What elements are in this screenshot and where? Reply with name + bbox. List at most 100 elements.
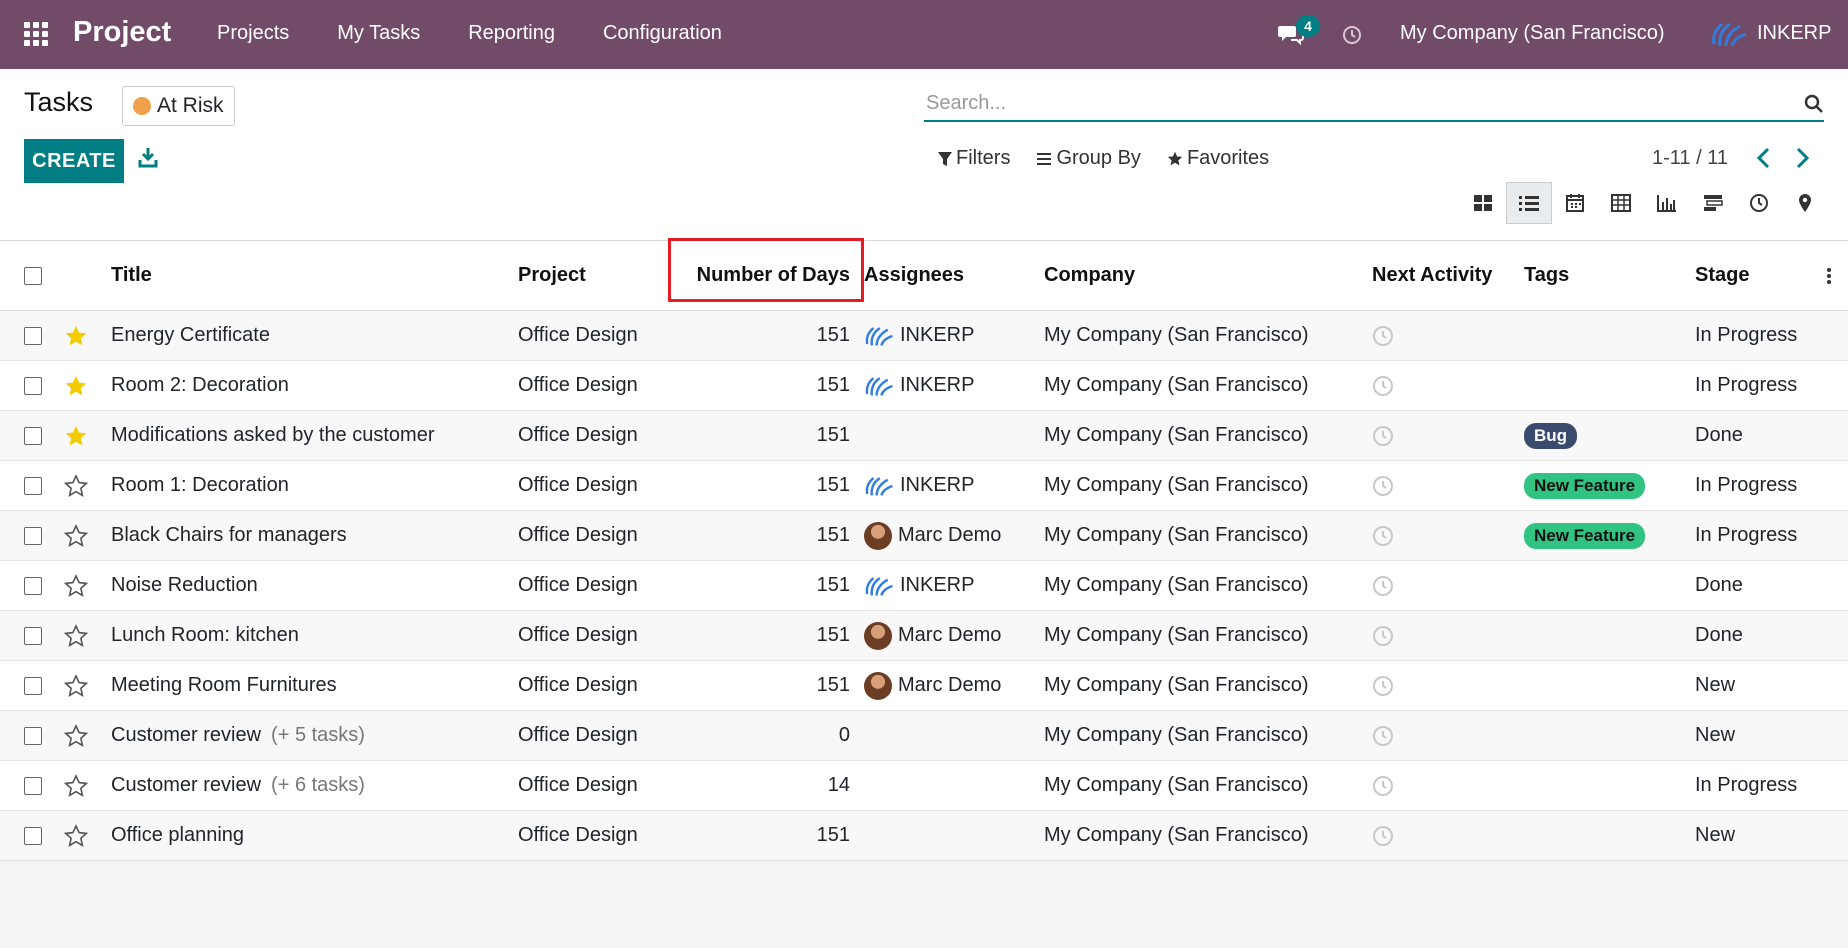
priority-star[interactable] — [64, 461, 88, 510]
task-company[interactable]: My Company (San Francisco) — [1044, 811, 1309, 860]
next-activity-cell[interactable] — [1372, 561, 1394, 610]
priority-star[interactable] — [64, 361, 88, 410]
inkerp-logo-icon[interactable] — [1710, 18, 1748, 50]
task-title-cell[interactable]: Energy Certificate — [111, 311, 270, 360]
row-checkbox[interactable] — [24, 776, 42, 795]
next-activity-cell[interactable] — [1372, 461, 1394, 510]
task-project[interactable]: Office Design — [518, 411, 638, 460]
table-row[interactable]: Lunch Room: kitchen Office Design 151 Marc … — [0, 611, 1848, 661]
row-checkbox[interactable] — [24, 726, 42, 745]
task-title-cell[interactable]: Modifications asked by the customer — [111, 411, 435, 460]
column-company[interactable]: Company — [1044, 241, 1135, 310]
priority-star[interactable] — [64, 811, 88, 860]
table-row[interactable]: Modifications asked by the customer Offic… — [0, 411, 1848, 461]
group-by-dropdown[interactable]: Group By — [1036, 147, 1141, 170]
task-project[interactable]: Office Design — [518, 511, 638, 560]
filters-dropdown[interactable]: Filters — [938, 147, 1010, 170]
activity-view-button[interactable] — [1736, 182, 1782, 224]
task-number-of-days[interactable]: 151 — [680, 511, 850, 560]
task-project[interactable]: Office Design — [518, 461, 638, 510]
next-activity-cell[interactable] — [1372, 511, 1394, 560]
task-number-of-days[interactable]: 151 — [680, 611, 850, 660]
column-next-activity[interactable]: Next Activity — [1372, 241, 1492, 310]
column-title[interactable]: Title — [111, 241, 152, 310]
priority-star[interactable] — [64, 511, 88, 560]
table-row[interactable]: Black Chairs for managers Office Design 15… — [0, 511, 1848, 561]
search-icon[interactable] — [1804, 94, 1824, 114]
task-company[interactable]: My Company (San Francisco) — [1044, 511, 1309, 560]
task-number-of-days[interactable]: 151 — [680, 561, 850, 610]
task-project[interactable]: Office Design — [518, 661, 638, 710]
apps-menu-icon[interactable] — [24, 22, 48, 46]
priority-star[interactable] — [64, 711, 88, 760]
graph-view-button[interactable] — [1644, 182, 1690, 224]
next-activity-cell[interactable] — [1372, 311, 1394, 360]
task-assignee[interactable]: INKERP — [864, 361, 974, 410]
chevron-left-icon[interactable] — [1752, 145, 1776, 171]
menu-configuration[interactable]: Configuration — [603, 22, 722, 45]
task-project[interactable]: Office Design — [518, 361, 638, 410]
task-project[interactable]: Office Design — [518, 311, 638, 360]
row-checkbox[interactable] — [24, 676, 42, 695]
search-facet-at-risk[interactable]: At Risk — [122, 86, 235, 126]
task-stage[interactable]: In Progress — [1695, 461, 1797, 510]
priority-star[interactable] — [64, 661, 88, 710]
task-tags[interactable]: New Feature — [1524, 511, 1646, 560]
next-activity-cell[interactable] — [1372, 811, 1394, 860]
activity-clock-icon[interactable] — [1342, 25, 1362, 45]
app-brand[interactable]: Project — [73, 16, 171, 49]
task-stage[interactable]: Done — [1695, 411, 1743, 460]
table-row[interactable]: Customer review (+ 6 tasks) Office Design 1… — [0, 761, 1848, 811]
row-checkbox[interactable] — [24, 376, 42, 395]
task-project[interactable]: Office Design — [518, 711, 638, 760]
user-name[interactable]: INKERP — [1757, 22, 1831, 45]
table-row[interactable]: Room 2: Decoration Office Design 151 INKERP… — [0, 361, 1848, 411]
task-stage[interactable]: New — [1695, 661, 1735, 710]
task-company[interactable]: My Company (San Francisco) — [1044, 461, 1309, 510]
menu-my-tasks[interactable]: My Tasks — [337, 22, 420, 45]
priority-star[interactable] — [64, 411, 88, 460]
pivot-view-button[interactable] — [1598, 182, 1644, 224]
next-activity-cell[interactable] — [1372, 611, 1394, 660]
next-activity-cell[interactable] — [1372, 711, 1394, 760]
task-stage[interactable]: In Progress — [1695, 311, 1797, 360]
favorites-dropdown[interactable]: Favorites — [1167, 147, 1269, 170]
row-checkbox[interactable] — [24, 826, 42, 845]
table-row[interactable]: Office planning Office Design 151 My Compan… — [0, 811, 1848, 861]
task-company[interactable]: My Company (San Francisco) — [1044, 761, 1309, 810]
task-assignee[interactable]: Marc Demo — [864, 511, 1001, 560]
task-assignee[interactable]: Marc Demo — [864, 611, 1001, 660]
task-title-cell[interactable]: Black Chairs for managers — [111, 511, 347, 560]
task-title-cell[interactable]: Meeting Room Furnitures — [111, 661, 337, 710]
table-row[interactable]: Noise Reduction Office Design 151 INKERP My … — [0, 561, 1848, 611]
row-checkbox[interactable] — [24, 426, 42, 445]
task-tags[interactable]: New Feature — [1524, 461, 1646, 510]
create-button[interactable]: CREATE — [24, 139, 124, 183]
task-assignee[interactable]: INKERP — [864, 461, 974, 510]
task-stage[interactable]: New — [1695, 711, 1735, 760]
row-checkbox[interactable] — [24, 626, 42, 645]
task-project[interactable]: Office Design — [518, 761, 638, 810]
task-company[interactable]: My Company (San Francisco) — [1044, 411, 1309, 460]
search-input[interactable] — [924, 86, 1784, 120]
task-title-cell[interactable]: Customer review (+ 6 tasks) — [111, 761, 365, 810]
next-activity-cell[interactable] — [1372, 361, 1394, 410]
task-stage[interactable]: Done — [1695, 611, 1743, 660]
task-company[interactable]: My Company (San Francisco) — [1044, 611, 1309, 660]
gantt-view-button[interactable] — [1690, 182, 1736, 224]
map-view-button[interactable] — [1782, 182, 1828, 224]
task-number-of-days[interactable]: 14 — [680, 761, 850, 810]
task-title-cell[interactable]: Lunch Room: kitchen — [111, 611, 299, 660]
list-view-button[interactable] — [1506, 182, 1552, 224]
pager-value[interactable]: 1-11 / 11 — [1652, 147, 1728, 170]
optional-columns-menu[interactable] — [1826, 241, 1832, 310]
task-number-of-days[interactable]: 0 — [680, 711, 850, 760]
task-number-of-days[interactable]: 151 — [680, 811, 850, 860]
column-stage[interactable]: Stage — [1695, 241, 1749, 310]
task-project[interactable]: Office Design — [518, 611, 638, 660]
row-checkbox[interactable] — [24, 526, 42, 545]
select-all-checkbox[interactable] — [24, 266, 42, 285]
table-row[interactable]: Energy Certificate Office Design 151 INKERP… — [0, 311, 1848, 361]
menu-projects[interactable]: Projects — [217, 22, 289, 45]
column-assignees[interactable]: Assignees — [864, 241, 964, 310]
